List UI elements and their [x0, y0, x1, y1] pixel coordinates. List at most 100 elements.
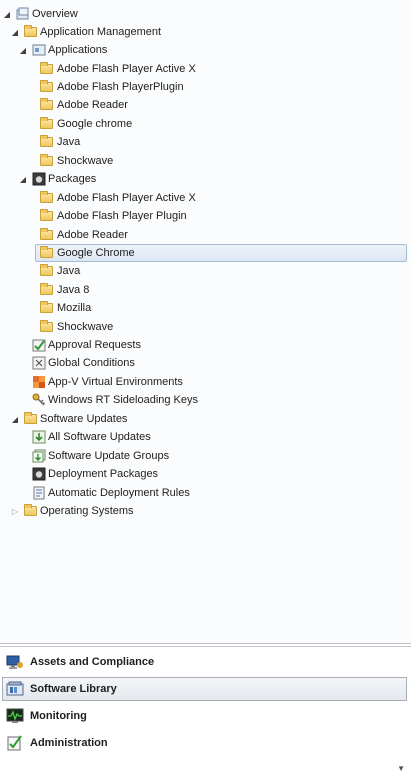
- tree-item-application[interactable]: Shockwave: [0, 152, 411, 170]
- tree-item-application[interactable]: Java: [0, 133, 411, 151]
- tree-label: Adobe Flash PlayerPlugin: [57, 81, 184, 93]
- folder-icon: [40, 320, 53, 332]
- configure-buttons-arrow-icon[interactable]: ▼: [397, 764, 405, 773]
- tree-label: Java 8: [57, 284, 90, 296]
- tree-label: Automatic Deployment Rules: [48, 487, 190, 499]
- folder-icon: [40, 209, 53, 221]
- tree-label: Windows RT Sideloading Keys: [48, 394, 199, 406]
- folder-icon: [40, 264, 53, 276]
- folder-icon: [40, 154, 53, 166]
- key-icon: [32, 393, 46, 406]
- tree-label: App-V Virtual Environments: [48, 376, 183, 388]
- administration-icon: [7, 735, 22, 751]
- tree-item-software-update-groups[interactable]: Software Update Groups: [0, 447, 411, 465]
- wunderbar-label: Software Library: [30, 683, 117, 695]
- tree-item-applications[interactable]: ◢ Applications: [0, 41, 411, 59]
- tree-item-package-selected[interactable]: Google Chrome: [0, 244, 411, 262]
- tree-item-package[interactable]: Adobe Flash Player Plugin: [0, 207, 411, 225]
- tree-item-application[interactable]: Adobe Flash Player Active X: [0, 60, 411, 78]
- tree-label: Google Chrome: [57, 247, 135, 259]
- tree-label: Java: [57, 136, 81, 148]
- tree-item-package[interactable]: Java: [0, 262, 411, 280]
- update-groups-icon: [32, 449, 46, 463]
- collapse-arrow-icon[interactable]: ◢: [18, 45, 28, 55]
- tree-label: Overview: [32, 8, 78, 20]
- folder-icon: [40, 283, 53, 295]
- collapse-arrow-icon[interactable]: ◢: [10, 27, 20, 37]
- folder-icon: [24, 25, 37, 37]
- tree-item-application[interactable]: Adobe Flash PlayerPlugin: [0, 78, 411, 96]
- tree-label: Adobe Flash Player Active X: [57, 192, 196, 204]
- wunderbar-administration[interactable]: Administration: [0, 730, 411, 756]
- folder-icon: [40, 98, 53, 110]
- folder-icon: [40, 246, 53, 258]
- tree-label: Software Updates: [40, 413, 128, 425]
- folder-icon: [40, 117, 53, 129]
- tree-item-package[interactable]: Mozilla: [0, 299, 411, 317]
- tree-item-all-software-updates[interactable]: All Software Updates: [0, 428, 411, 446]
- collapse-arrow-icon[interactable]: ◢: [18, 174, 28, 184]
- wunderbar-label: Assets and Compliance: [30, 656, 155, 668]
- tree-label: Adobe Reader: [57, 99, 128, 111]
- software-library-icon: [6, 681, 24, 696]
- tree-label: Adobe Flash Player Plugin: [57, 210, 187, 222]
- approval-requests-icon: [32, 339, 46, 352]
- tree-label: Deployment Packages: [48, 468, 159, 480]
- folder-icon: [40, 135, 53, 147]
- tree-label: Approval Requests: [48, 339, 141, 351]
- tree-label: Global Conditions: [48, 357, 135, 369]
- tree-item-overview[interactable]: ◢ Overview: [0, 5, 411, 23]
- expand-arrow-icon[interactable]: ▷: [10, 506, 20, 516]
- wunderbar-monitoring[interactable]: Monitoring: [0, 703, 411, 729]
- navigation-tree: ◢ Overview ◢ Application Management ◢ Ap…: [0, 0, 411, 640]
- tree-label: Application Management: [40, 26, 162, 38]
- assets-and-compliance-icon: [6, 655, 23, 669]
- folder-icon: [24, 412, 37, 424]
- wunderbar-assets-and-compliance[interactable]: Assets and Compliance: [0, 649, 411, 675]
- pane-splitter[interactable]: [0, 643, 411, 647]
- applications-icon: [32, 44, 46, 56]
- packages-icon: [32, 172, 46, 186]
- folder-icon: [40, 80, 53, 92]
- tree-label: Operating Systems: [40, 505, 134, 517]
- folder-icon: [40, 62, 53, 74]
- tree-item-package[interactable]: Adobe Reader: [0, 226, 411, 244]
- tree-label: Adobe Flash Player Active X: [57, 63, 196, 75]
- tree-label: Google chrome: [57, 118, 133, 130]
- tree-item-application-management[interactable]: ◢ Application Management: [0, 23, 411, 41]
- wunderbar-label: Monitoring: [30, 710, 87, 722]
- tree-item-package[interactable]: Shockwave: [0, 318, 411, 336]
- tree-item-sideloading-keys[interactable]: Windows RT Sideloading Keys: [0, 391, 411, 409]
- tree-item-operating-systems[interactable]: ▷ Operating Systems: [0, 502, 411, 520]
- software-updates-icon: [32, 430, 46, 444]
- wunderbar-label: Administration: [30, 737, 108, 749]
- tree-item-global-conditions[interactable]: Global Conditions: [0, 354, 411, 372]
- global-conditions-icon: [32, 356, 46, 370]
- tree-label: Shockwave: [57, 321, 114, 333]
- collapse-arrow-icon[interactable]: ◢: [2, 9, 12, 19]
- tree-label: Packages: [48, 173, 97, 185]
- tree-item-approval-requests[interactable]: Approval Requests: [0, 336, 411, 354]
- tree-item-deployment-packages[interactable]: Deployment Packages: [0, 465, 411, 483]
- tree-item-application[interactable]: Adobe Reader: [0, 96, 411, 114]
- tree-label: Applications: [48, 44, 108, 56]
- tree-item-automatic-deployment-rules[interactable]: Automatic Deployment Rules: [0, 484, 411, 502]
- folder-icon: [40, 191, 53, 203]
- tree-label: Shockwave: [57, 155, 114, 167]
- tree-item-application[interactable]: Google chrome: [0, 115, 411, 133]
- tree-item-software-updates[interactable]: ◢ Software Updates: [0, 410, 411, 428]
- tree-item-package[interactable]: Adobe Flash Player Active X: [0, 189, 411, 207]
- tree-label: Software Update Groups: [48, 450, 170, 462]
- collapse-arrow-icon[interactable]: ◢: [10, 414, 20, 424]
- overview-icon: [16, 7, 29, 20]
- folder-icon: [24, 504, 37, 516]
- tree-item-packages[interactable]: ◢ Packages: [0, 170, 411, 188]
- appv-environment-icon: [33, 376, 45, 388]
- tree-item-appv-environments[interactable]: App-V Virtual Environments: [0, 373, 411, 391]
- wunderbar-software-library[interactable]: Software Library: [0, 676, 411, 702]
- tree-label: Java: [57, 265, 81, 277]
- tree-item-package[interactable]: Java 8: [0, 281, 411, 299]
- deployment-package-icon: [32, 467, 46, 481]
- folder-icon: [40, 228, 53, 240]
- folder-icon: [40, 301, 53, 313]
